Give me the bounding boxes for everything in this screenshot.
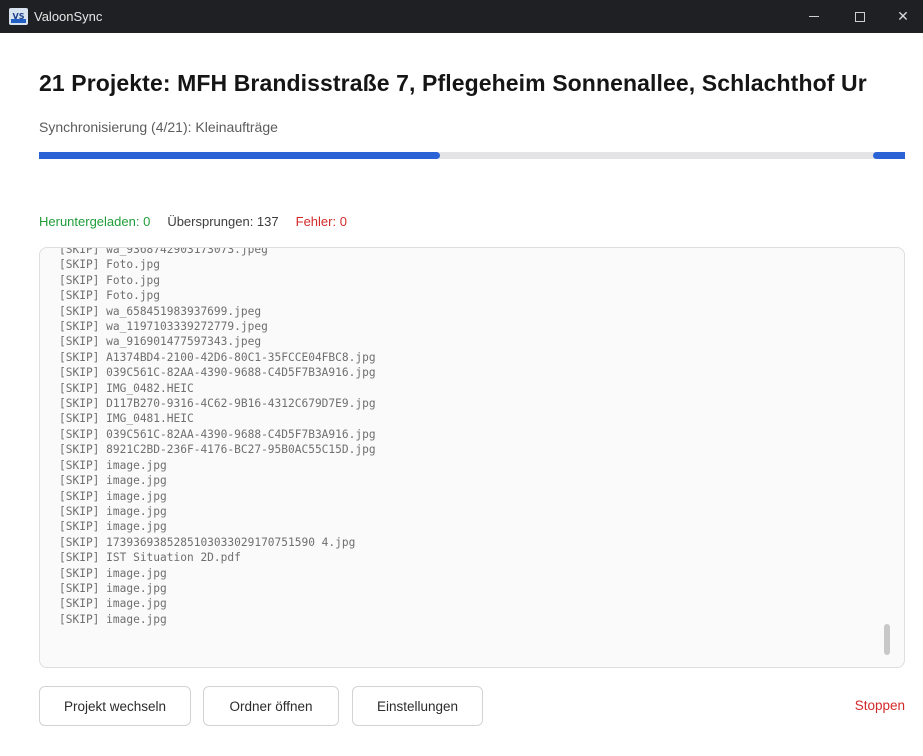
stats-row: Heruntergeladen: 0 Übersprungen: 137 Feh…: [39, 214, 347, 229]
log-scrollbar-thumb[interactable]: [884, 624, 890, 655]
log-line: [SKIP] Foto.jpg: [59, 289, 161, 303]
sync-status-text: Synchronisierung (4/21): Kleinaufträge: [39, 119, 278, 135]
stat-downloaded: Heruntergeladen: 0: [39, 214, 151, 229]
open-folder-button[interactable]: Ordner öffnen: [203, 686, 339, 726]
log-line: [SKIP] image.jpg: [59, 458, 167, 472]
switch-project-button[interactable]: Projekt wechseln: [39, 686, 191, 726]
log-line: [SKIP] wa_658451983937699.jpeg: [59, 304, 262, 318]
log-line: [SKIP] wa_9368742903173073.jpeg: [59, 247, 268, 256]
app-logo-icon: VS: [9, 8, 28, 25]
log-line: [SKIP] IST Situation 2D.pdf: [59, 551, 241, 565]
log-line: [SKIP] image.jpg: [59, 520, 167, 534]
log-line: [SKIP] image.jpg: [59, 504, 167, 518]
maximize-icon: [855, 11, 865, 22]
minimize-icon: [809, 16, 819, 17]
progress-bar-fill: [39, 152, 440, 159]
window-title: ValoonSync: [34, 9, 103, 24]
minimize-button[interactable]: [791, 0, 837, 33]
close-button[interactable]: ✕: [883, 0, 923, 33]
log-line: [SKIP] A1374BD4-2100-42D6-80C1-35FCCE04F…: [59, 350, 376, 364]
log-line: [SKIP] wa_916901477597343.jpeg: [59, 335, 262, 349]
log-line: [SKIP] image.jpg: [59, 474, 167, 488]
close-icon: ✕: [897, 8, 909, 25]
settings-button[interactable]: Einstellungen: [352, 686, 483, 726]
stop-button[interactable]: Stoppen: [820, 698, 905, 713]
log-line: [SKIP] 1739369385285103033029170751590 4…: [59, 535, 356, 549]
log-line: [SKIP] image.jpg: [59, 566, 167, 580]
log-line: [SKIP] IMG_0482.HEIC: [59, 381, 194, 395]
log-line: [SKIP] Foto.jpg: [59, 258, 161, 272]
log-line: [SKIP] image.jpg: [59, 489, 167, 503]
progress-bar-indeterminate-segment: [873, 152, 905, 159]
log-output[interactable]: [SKIP] wa_9368742903173073.jpeg [SKIP] Fo…: [39, 247, 905, 668]
log-lines: [SKIP] wa_9368742903173073.jpeg [SKIP] Fo…: [59, 247, 376, 627]
page-title: 21 Projekte: MFH Brandisstraße 7, Pflege…: [39, 70, 867, 96]
log-line: [SKIP] 039C561C-82AA-4390-9688-C4D5F7B3A…: [59, 366, 376, 380]
progress-bar: [39, 152, 905, 159]
stat-errors: Fehler: 0: [295, 214, 347, 229]
maximize-button[interactable]: [837, 0, 883, 33]
log-line: [SKIP] IMG_0481.HEIC: [59, 412, 194, 426]
log-line: [SKIP] 039C561C-82AA-4390-9688-C4D5F7B3A…: [59, 427, 376, 441]
window-controls: ✕: [791, 0, 923, 33]
log-line: [SKIP] 8921C2BD-236F-4176-BC27-95B0AC55C…: [59, 443, 376, 457]
log-line: [SKIP] D117B270-9316-4C62-9B16-4312C679D…: [59, 397, 376, 411]
title-bar: VS ValoonSync ✕: [0, 0, 923, 33]
log-line: [SKIP] image.jpg: [59, 581, 167, 595]
stat-skipped: Übersprungen: 137: [167, 214, 279, 229]
log-line: [SKIP] wa_1197103339272779.jpeg: [59, 320, 268, 334]
log-line: [SKIP] image.jpg: [59, 612, 167, 626]
log-line: [SKIP] Foto.jpg: [59, 273, 161, 287]
log-line: [SKIP] image.jpg: [59, 597, 167, 611]
